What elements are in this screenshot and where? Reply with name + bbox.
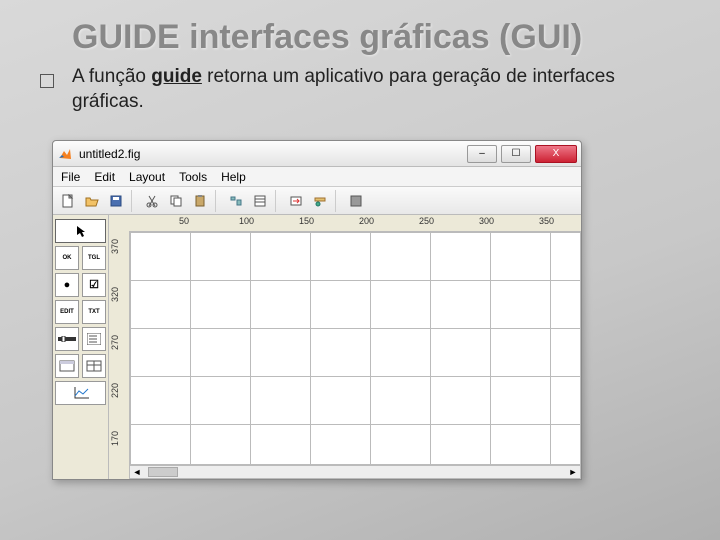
ruler-tick: 250 (419, 216, 434, 226)
new-file-icon[interactable] (57, 190, 79, 212)
window-title: untitled2.fig (79, 147, 467, 161)
matlab-icon (57, 146, 73, 162)
ruler-horizontal: 50 100 150 200 250 300 350 (129, 215, 581, 231)
grid-overlay (130, 232, 580, 464)
slide-body: A função guide retorna um aplicativo par… (0, 65, 720, 124)
ruler-tick: 150 (299, 216, 314, 226)
tab-order-icon[interactable] (285, 190, 307, 212)
ruler-tick: 200 (359, 216, 374, 226)
ruler-tick: 350 (539, 216, 554, 226)
ruler-tick: 270 (110, 335, 120, 350)
menu-tools[interactable]: Tools (179, 170, 207, 184)
titlebar[interactable]: untitled2.fig – ☐ X (53, 141, 581, 167)
scroll-thumb[interactable] (148, 467, 178, 477)
design-canvas[interactable] (129, 231, 581, 465)
scroll-right-icon[interactable]: ► (566, 467, 580, 477)
canvas-area: 50 100 150 200 250 300 350 370 320 270 2… (109, 215, 581, 479)
axes-tool[interactable] (55, 381, 106, 405)
maximize-button[interactable]: ☐ (501, 145, 531, 163)
ruler-tick: 370 (110, 239, 120, 254)
scrollbar-horizontal[interactable]: ◄ ► (129, 465, 581, 479)
copy-icon[interactable] (165, 190, 187, 212)
table-tool[interactable] (82, 354, 106, 378)
save-file-icon[interactable] (105, 190, 127, 212)
ruler-tick: 50 (179, 216, 189, 226)
component-palette: OK TGL ● ☑ EDIT TXT (53, 215, 109, 479)
align-icon[interactable] (225, 190, 247, 212)
menu-edit[interactable]: Edit (94, 170, 115, 184)
ruler-tick: 220 (110, 383, 120, 398)
guide-window: untitled2.fig – ☐ X File Edit Layout Too… (52, 140, 582, 480)
open-file-icon[interactable] (81, 190, 103, 212)
scroll-left-icon[interactable]: ◄ (130, 467, 144, 477)
cut-icon[interactable] (141, 190, 163, 212)
edit-tool[interactable]: EDIT (55, 300, 79, 324)
togglebutton-tool[interactable]: TGL (82, 246, 106, 270)
listbox-tool[interactable] (82, 327, 106, 351)
menu-layout[interactable]: Layout (129, 170, 165, 184)
checkbox-tool[interactable]: ☑ (82, 273, 106, 297)
bullet-icon (40, 74, 54, 88)
slider-tool[interactable] (55, 327, 79, 351)
panel-tool[interactable] (55, 354, 79, 378)
slide-title: GUIDE interfaces gráficas (GUI) (0, 0, 720, 65)
ruler-vertical: 370 320 270 220 170 (109, 231, 129, 465)
radiobutton-tool[interactable]: ● (55, 273, 79, 297)
toolbar-editor-icon[interactable] (309, 190, 331, 212)
minimize-button[interactable]: – (467, 145, 497, 163)
ruler-tick: 320 (110, 287, 120, 302)
ruler-tick: 170 (110, 431, 120, 446)
close-button[interactable]: X (535, 145, 577, 163)
paste-icon[interactable] (189, 190, 211, 212)
select-tool[interactable] (55, 219, 106, 243)
run-icon[interactable] (345, 190, 367, 212)
body-keyword: guide (151, 66, 202, 87)
pushbutton-tool[interactable]: OK (55, 246, 79, 270)
menu-file[interactable]: File (61, 170, 80, 184)
menu-editor-icon[interactable] (249, 190, 271, 212)
ruler-tick: 300 (479, 216, 494, 226)
menu-help[interactable]: Help (221, 170, 246, 184)
body-pre: A função (72, 66, 151, 87)
text-tool[interactable]: TXT (82, 300, 106, 324)
menubar: File Edit Layout Tools Help (53, 167, 581, 187)
work-area: OK TGL ● ☑ EDIT TXT 50 100 150 200 250 3… (53, 215, 581, 479)
toolbar (53, 187, 581, 215)
ruler-tick: 100 (239, 216, 254, 226)
